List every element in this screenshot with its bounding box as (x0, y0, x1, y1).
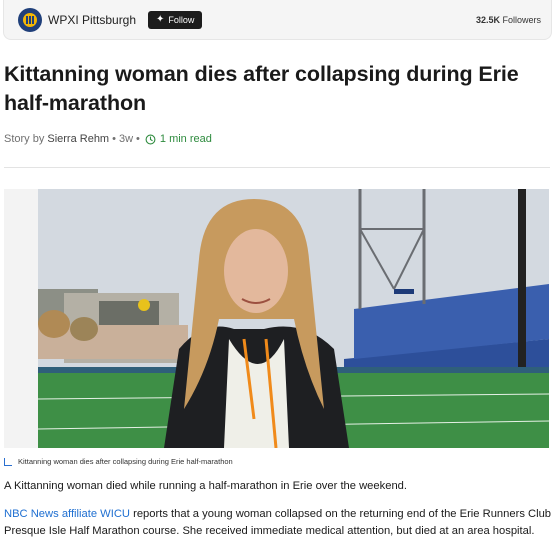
publisher-name[interactable]: WPXI Pittsburgh (48, 13, 136, 27)
publisher-bar: WPXI Pittsburgh ✦ Follow 32.5K Followers (3, 0, 552, 40)
image-caption-text: Kittanning woman dies after collapsing d… (18, 457, 233, 466)
follow-button-label: Follow (168, 14, 195, 25)
nbc-news-link[interactable]: NBC News (4, 508, 59, 520)
byline-prefix: Story by (4, 133, 45, 145)
follow-button[interactable]: ✦ Follow (148, 10, 203, 29)
byline: Story by Sierra Rehm • 3w • 1 min read (4, 133, 212, 145)
followers-count: 32.5K Followers (476, 15, 541, 25)
author-name[interactable]: Sierra Rehm (47, 133, 109, 145)
image-caption: Kittanning woman dies after collapsing d… (4, 457, 233, 466)
separator-dot: • (136, 133, 140, 145)
separator-dot: • (112, 133, 116, 145)
clock-icon (145, 134, 156, 144)
followers-label: Followers (502, 14, 541, 25)
divider (4, 167, 550, 168)
read-time: 1 min read (145, 133, 212, 145)
article-title: Kittanning woman dies after collapsing d… (4, 62, 519, 115)
followers-number: 32.5K (475, 14, 500, 25)
article-paragraph-1: A Kittanning woman died while running a … (4, 480, 407, 492)
affiliate-wicu-link[interactable]: affiliate WICU (62, 508, 130, 520)
caption-corner-icon (4, 457, 12, 466)
read-time-label: 1 min read (159, 133, 212, 145)
article-age: 3w (118, 133, 134, 145)
plus-icon: ✦ (156, 13, 165, 25)
wpxi-logo-icon[interactable] (18, 7, 42, 32)
article-paragraph-2: NBC News affiliate WICU reports that a y… (4, 506, 552, 540)
article-hero-image[interactable] (4, 189, 549, 448)
